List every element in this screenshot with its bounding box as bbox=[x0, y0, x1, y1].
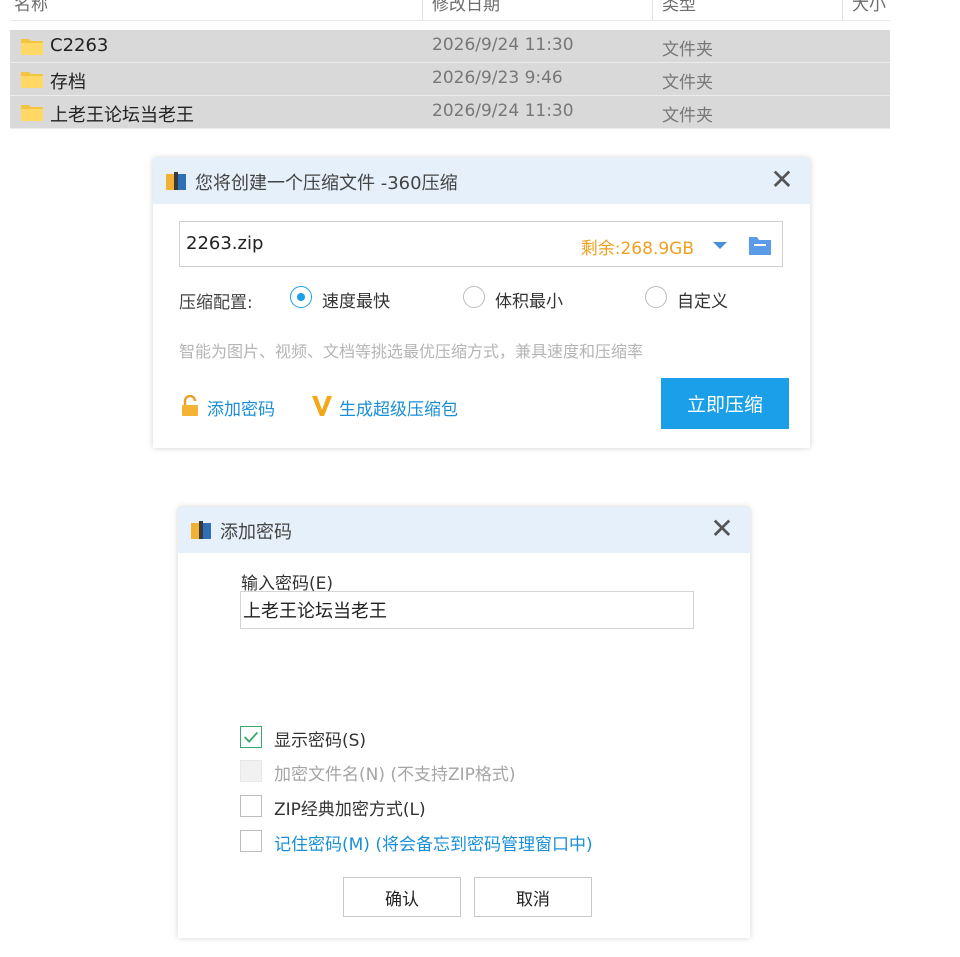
zip-classic-label: ZIP经典加密方式(L) bbox=[274, 800, 426, 820]
encrypt-filenames-checkbox: 加密文件名(N) (不支持ZIP格式) bbox=[240, 758, 560, 785]
file-name: 存档 bbox=[50, 72, 86, 93]
super-package-label: 生成超级压缩包 bbox=[339, 400, 458, 420]
show-password-checkbox[interactable]: 显示密码(S) bbox=[240, 724, 390, 751]
lock-icon bbox=[182, 395, 198, 416]
dialog-title: 添加密码 bbox=[220, 522, 292, 543]
column-size[interactable]: 大小 bbox=[852, 0, 886, 15]
password-input[interactable] bbox=[240, 591, 694, 629]
compression-config-label: 压缩配置: bbox=[179, 293, 253, 313]
add-password-link[interactable]: 添加密码 bbox=[179, 393, 289, 420]
compression-hint: 智能为图片、视频、文档等挑选最优压缩方式，兼具速度和压缩率 bbox=[179, 342, 644, 361]
cancel-button[interactable]: 取消 bbox=[474, 877, 592, 917]
column-date[interactable]: 修改日期 bbox=[432, 0, 500, 15]
file-type: 文件夹 bbox=[662, 73, 713, 93]
folder-icon bbox=[21, 39, 43, 55]
output-path-field[interactable]: 2263.zip 剩余:268.9GB bbox=[179, 221, 783, 267]
column-name[interactable]: 名称 bbox=[14, 0, 48, 15]
checkbox-unchecked-icon bbox=[240, 795, 262, 817]
v-badge-icon bbox=[312, 396, 332, 416]
dialog-titlebar[interactable]: 添加密码 ✕ bbox=[178, 507, 750, 553]
file-row[interactable]: 上老王论坛当老王 2026/9/24 11:30 文件夹 bbox=[10, 96, 890, 129]
option-label: 体积最小 bbox=[495, 292, 563, 312]
column-separator[interactable] bbox=[422, 0, 423, 20]
file-date: 2026/9/24 11:30 bbox=[432, 101, 574, 121]
option-label: 速度最快 bbox=[322, 292, 390, 312]
checkbox-unchecked-icon bbox=[240, 830, 262, 852]
column-separator[interactable] bbox=[842, 0, 843, 20]
encrypt-filenames-label: 加密文件名(N) (不支持ZIP格式) bbox=[274, 765, 516, 785]
compress-now-button[interactable]: 立即压缩 bbox=[661, 378, 789, 429]
radio-unchecked-icon bbox=[463, 286, 485, 308]
file-type: 文件夹 bbox=[662, 106, 713, 126]
remember-password-label: 记住密码(M) (将会备忘到密码管理窗口中) bbox=[274, 835, 593, 855]
folder-browse-icon[interactable] bbox=[748, 234, 772, 256]
close-icon[interactable]: ✕ bbox=[766, 164, 798, 196]
option-smallest[interactable]: 体积最小 bbox=[463, 285, 593, 312]
add-password-label: 添加密码 bbox=[207, 400, 275, 420]
file-list: 名称 修改日期 类型 大小 C2263 2026/9/24 11:30 文件夹 … bbox=[10, 0, 890, 132]
show-password-label: 显示密码(S) bbox=[274, 731, 367, 751]
file-type: 文件夹 bbox=[662, 40, 713, 60]
compress-dialog: 您将创建一个压缩文件 -360压缩 ✕ 2263.zip 剩余:268.9GB … bbox=[153, 158, 810, 448]
file-date: 2026/9/23 9:46 bbox=[432, 68, 563, 88]
file-name: 上老王论坛当老王 bbox=[50, 105, 194, 126]
dialog-titlebar[interactable]: 您将创建一个压缩文件 -360压缩 ✕ bbox=[153, 158, 810, 204]
column-header: 名称 修改日期 类型 大小 bbox=[10, 0, 890, 21]
output-filename[interactable]: 2263.zip bbox=[186, 233, 263, 254]
archive-app-icon bbox=[191, 521, 211, 539]
file-name: C2263 bbox=[50, 35, 109, 56]
column-type[interactable]: 类型 bbox=[662, 0, 696, 15]
remember-password-checkbox[interactable]: 记住密码(M) (将会备忘到密码管理窗口中) bbox=[240, 828, 640, 855]
confirm-button[interactable]: 确认 bbox=[343, 877, 461, 917]
archive-app-icon bbox=[166, 172, 186, 190]
radio-unchecked-icon bbox=[645, 286, 667, 308]
close-icon[interactable]: ✕ bbox=[706, 513, 738, 545]
remaining-space: 剩余:268.9GB bbox=[580, 239, 694, 259]
column-separator[interactable] bbox=[652, 0, 653, 20]
folder-icon bbox=[21, 72, 43, 88]
option-label: 自定义 bbox=[677, 292, 728, 312]
option-custom[interactable]: 自定义 bbox=[645, 285, 755, 312]
chevron-down-icon[interactable] bbox=[710, 235, 730, 255]
file-row[interactable]: C2263 2026/9/24 11:30 文件夹 bbox=[10, 30, 890, 63]
file-row[interactable]: 存档 2026/9/23 9:46 文件夹 bbox=[10, 63, 890, 96]
file-date: 2026/9/24 11:30 bbox=[432, 35, 574, 55]
dialog-title: 您将创建一个压缩文件 -360压缩 bbox=[195, 173, 458, 194]
add-password-dialog: 添加密码 ✕ 输入密码(E) 显示密码(S) 加密文件名(N) (不支持ZIP格… bbox=[178, 507, 750, 938]
option-fastest[interactable]: 速度最快 bbox=[290, 285, 420, 312]
zip-classic-checkbox[interactable]: ZIP经典加密方式(L) bbox=[240, 793, 460, 820]
checkbox-checked-icon bbox=[240, 726, 262, 748]
radio-checked-icon bbox=[290, 286, 312, 308]
folder-icon bbox=[21, 105, 43, 121]
super-package-link[interactable]: 生成超级压缩包 bbox=[311, 393, 481, 420]
checkbox-disabled-icon bbox=[240, 760, 262, 782]
